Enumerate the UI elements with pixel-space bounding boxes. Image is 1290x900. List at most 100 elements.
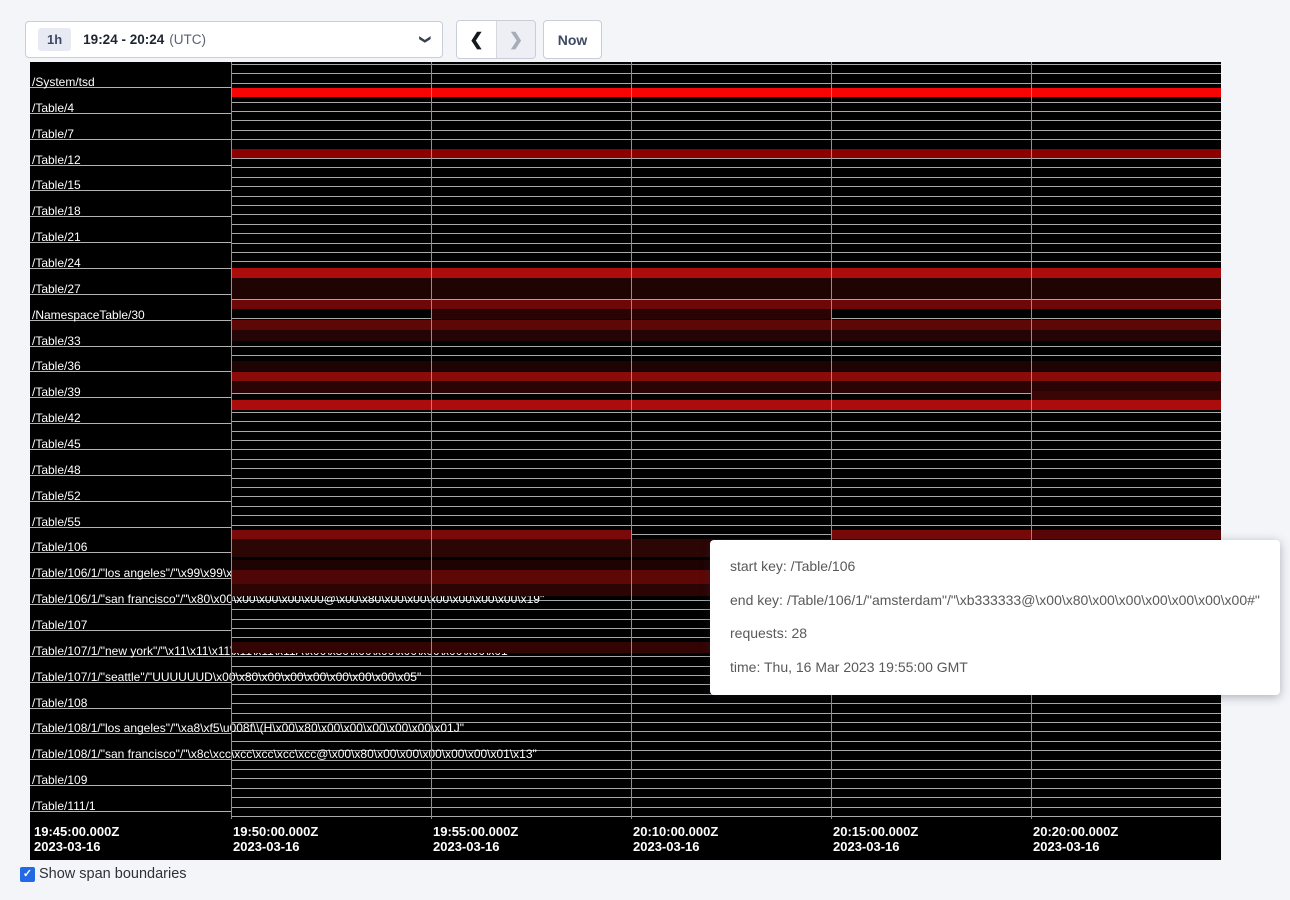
time-range-duration-badge: 1h [38,28,71,51]
x-axis-tick-time: 19:45:00.000Z [34,824,119,839]
span-boundary-line [231,261,1221,262]
time-range-select[interactable]: 1h 19:24 - 20:24 (UTC) ❯ [25,21,443,58]
span-boundary-line [231,797,1221,798]
row-label: /Table/42 [32,412,81,425]
span-boundary-line [231,449,1221,450]
time-gridline [431,62,432,819]
time-range-timezone: (UTC) [169,32,206,47]
heat-band [231,372,1221,381]
span-boundary-line [231,205,1221,206]
span-boundary-line [231,196,1221,197]
span-boundary-line [231,459,1221,460]
x-axis-tick-date: 2023-03-16 [34,839,101,854]
span-boundary-line [231,346,1221,347]
time-gridline [231,62,232,819]
heat-band [231,642,710,653]
row-label: /Table/18 [32,205,81,218]
row-label: /Table/45 [32,438,81,451]
now-button[interactable]: Now [543,20,602,59]
hover-tooltip: start key: /Table/106 end key: /Table/10… [710,540,1280,695]
row-label: /Table/106 [32,541,87,554]
span-boundary-line [231,167,1221,168]
next-time-button[interactable]: ❯ [496,21,535,58]
show-span-boundaries-label: Show span boundaries [39,866,187,882]
span-boundary-line [231,440,1221,441]
row-label: /System/tsd [32,76,95,89]
heat-band [831,530,1031,539]
heat-band [1031,391,1221,400]
chevron-down-icon: ❯ [419,35,432,44]
row-label: /Table/108 [32,697,87,710]
span-boundary-line [231,224,1221,225]
span-boundary-line [231,468,1221,469]
row-label: /Table/15 [32,179,81,192]
span-boundary-line [231,214,1221,215]
span-boundary-line [231,703,1221,704]
row-label: /Table/36 [32,360,81,373]
span-boundary-line [231,186,1221,187]
heat-band [231,320,1221,330]
time-gridline [631,62,632,819]
x-axis-tick-time: 20:15:00.000Z [833,824,918,839]
row-label: /Table/108/1/"san francisco"/"\x8c\xcc\x… [32,748,537,761]
row-label: /Table/107/1/"seattle"/"UUUUUUD\x00\x80\… [32,671,421,684]
row-label: /Table/21 [32,231,81,244]
span-boundary-line [231,355,1221,356]
row-label: /Table/4 [32,102,74,115]
span-boundary-line [231,177,1221,178]
x-axis-tick-date: 2023-03-16 [633,839,700,854]
heat-band [231,361,1221,371]
heat-band [231,278,1221,299]
x-axis-tick-date: 2023-03-16 [433,839,500,854]
prev-time-button[interactable]: ❮ [457,21,496,58]
span-boundary-line [231,130,1221,131]
row-label: /Table/55 [32,516,81,529]
tooltip-requests: requests: 28 [730,617,1260,651]
heat-band [231,300,1221,309]
x-axis-tick-time: 19:55:00.000Z [433,824,518,839]
span-boundary-line [231,741,1221,742]
row-label: /Table/39 [32,386,81,399]
span-boundary-line [231,111,1221,112]
tooltip-time: time: Thu, 16 Mar 2023 19:55:00 GMT [730,651,1260,685]
span-boundary-line [231,83,1221,84]
time-toolbar: 1h 19:24 - 20:24 (UTC) ❯ ❮ ❯ Now [0,0,1290,62]
row-label: /Table/109 [32,774,87,787]
span-boundary-line [231,788,1221,789]
row-label: /Table/33 [32,335,81,348]
time-gridline [831,62,832,819]
span-boundary-line [231,713,1221,714]
row-label: /Table/27 [32,283,81,296]
heat-band [231,584,710,596]
time-nav-group: ❮ ❯ [456,20,536,59]
heat-band [431,570,710,584]
span-boundary-line [231,487,1221,488]
span-boundary-line [231,243,1221,244]
row-label: /Table/12 [32,154,81,167]
span-boundary-line [231,233,1221,234]
row-label: /Table/7 [32,128,74,141]
span-boundary-line [231,515,1221,516]
show-span-boundaries-checkbox[interactable]: ✓ [20,867,35,882]
span-boundary-line [231,525,1221,526]
x-axis-tick-date: 2023-03-16 [1033,839,1100,854]
span-boundary-line [231,496,1221,497]
x-axis-tick-time: 20:20:00.000Z [1033,824,1118,839]
row-label: /Table/108/1/"los angeles"/"\xa8\xf5\u00… [32,722,464,735]
time-gridline [1031,62,1032,819]
heat-band [231,400,1221,410]
heat-band [1031,530,1221,539]
x-axis-tick-time: 19:50:00.000Z [233,824,318,839]
heat-band [231,268,1221,278]
span-boundary-line [231,412,1221,413]
span-boundary-line [231,478,1221,479]
span-boundary-line [231,102,1221,103]
span-boundary-line [231,73,1221,74]
tooltip-start-key: start key: /Table/106 [730,550,1260,584]
span-boundary-line [231,807,1221,808]
key-visualizer-canvas[interactable]: /System/tsd/Table/4/Table/7/Table/12/Tab… [30,62,1221,860]
row-label: /Table/111/1 [32,800,96,813]
row-label: /Table/24 [32,257,81,270]
footer-controls: ✓ Show span boundaries [20,866,187,882]
span-boundary-line [231,252,1221,253]
